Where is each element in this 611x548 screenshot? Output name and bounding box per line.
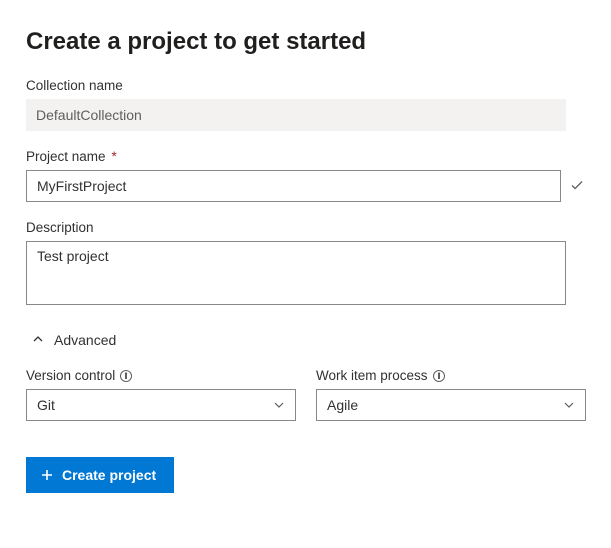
work-item-process-select[interactable]: Agile bbox=[316, 389, 586, 421]
project-name-group: Project name * bbox=[26, 149, 585, 202]
version-control-select[interactable]: Git bbox=[26, 389, 296, 421]
collection-name-label: Collection name bbox=[26, 78, 585, 93]
collection-name-group: Collection name DefaultCollection bbox=[26, 78, 585, 131]
create-project-button-label: Create project bbox=[62, 467, 156, 483]
description-label: Description bbox=[26, 220, 585, 235]
chevron-down-icon bbox=[563, 399, 575, 411]
project-name-label-text: Project name bbox=[26, 149, 106, 164]
version-control-value: Git bbox=[37, 397, 273, 413]
version-control-label-row: Version control bbox=[26, 368, 296, 383]
advanced-toggle[interactable]: Advanced bbox=[32, 332, 116, 348]
version-control-group: Version control Git bbox=[26, 368, 296, 421]
description-input[interactable] bbox=[26, 241, 566, 305]
info-icon[interactable] bbox=[432, 369, 446, 383]
project-name-input[interactable] bbox=[26, 170, 561, 202]
version-control-label: Version control bbox=[26, 368, 115, 383]
work-item-process-group: Work item process Agile bbox=[316, 368, 586, 421]
collection-name-value: DefaultCollection bbox=[26, 99, 566, 131]
info-icon[interactable] bbox=[119, 369, 133, 383]
chevron-down-icon bbox=[273, 399, 285, 411]
project-name-label: Project name * bbox=[26, 149, 585, 164]
checkmark-icon bbox=[569, 177, 585, 196]
create-project-button[interactable]: Create project bbox=[26, 457, 174, 493]
create-project-form: Create a project to get started Collecti… bbox=[0, 0, 611, 548]
description-group: Description bbox=[26, 220, 585, 308]
advanced-label: Advanced bbox=[54, 332, 116, 348]
advanced-options-row: Version control Git Work item process Ag… bbox=[26, 368, 586, 421]
chevron-up-icon bbox=[32, 332, 44, 348]
work-item-process-label: Work item process bbox=[316, 368, 428, 383]
plus-icon bbox=[40, 468, 54, 482]
work-item-process-label-row: Work item process bbox=[316, 368, 586, 383]
page-title: Create a project to get started bbox=[26, 28, 585, 56]
work-item-process-value: Agile bbox=[327, 397, 563, 413]
required-indicator: * bbox=[112, 149, 117, 164]
